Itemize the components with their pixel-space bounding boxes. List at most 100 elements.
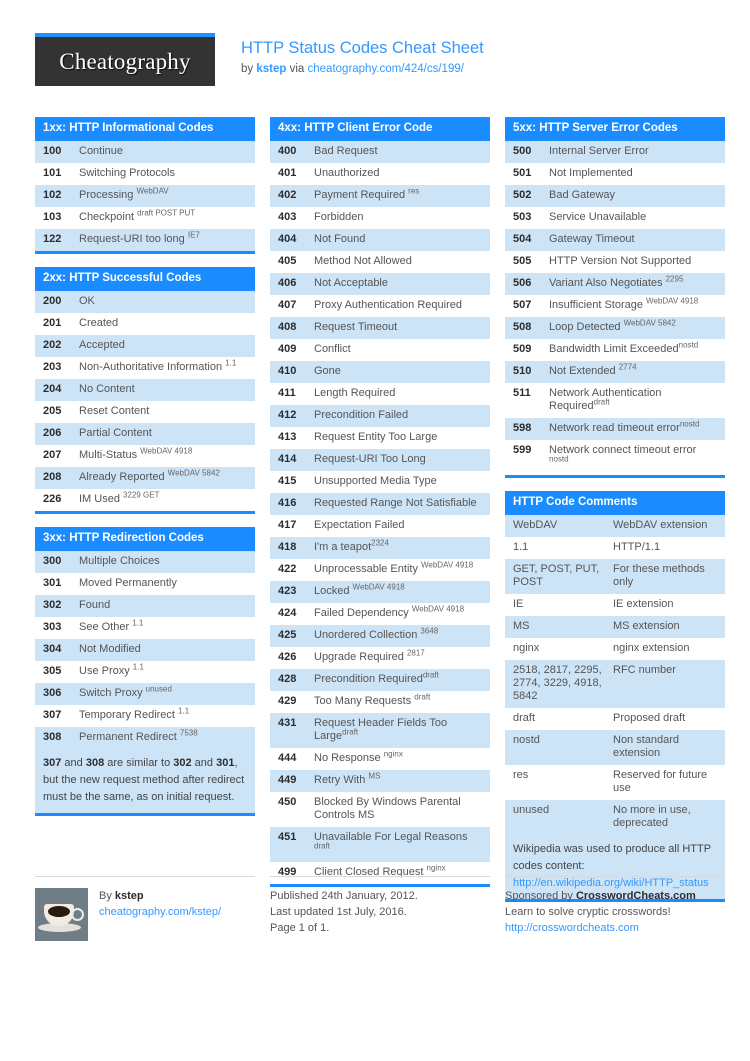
section-4xx-title: 4xx: HTTP Client Error Code — [270, 117, 490, 141]
status-annotation: draft — [342, 727, 359, 737]
status-description: Too Many Requests draft — [314, 692, 431, 707]
status-code: 408 — [278, 321, 297, 333]
table-row: 501 Not Implemented — [505, 163, 725, 185]
status-code: 428 — [278, 673, 297, 685]
published-date: Published 24th January, 2012. — [270, 890, 418, 902]
status-description: Service Unavailable — [549, 211, 647, 223]
status-description: Processing WebDAV — [79, 186, 169, 201]
comment-value: For these methods only — [613, 563, 705, 588]
status-description: Unprocessable Entity WebDAV 4918 — [314, 560, 474, 575]
status-description: Requested Range Not Satisfiable — [314, 497, 477, 509]
sponsor-tagline: Learn to solve cryptic crosswords! — [505, 906, 671, 918]
status-code: 101 — [43, 167, 62, 179]
comment-row: GET, POST, PUT, POST For these methods on… — [505, 559, 725, 594]
status-description: Precondition Requireddraft — [314, 670, 439, 685]
status-description: Bandwidth Limit Exceedednostd — [549, 340, 699, 355]
status-code: 308 — [43, 731, 62, 743]
status-annotation: nginx — [426, 863, 446, 873]
table-row: 205 Reset Content — [35, 401, 255, 423]
status-annotation: IE7 — [187, 230, 200, 240]
status-code: 449 — [278, 774, 297, 786]
cheat-sheet-page: Cheatography HTTP Status Codes Cheat She… — [0, 0, 750, 1061]
table-row: 415 Unsupported Media Type — [270, 471, 490, 493]
status-code: 416 — [278, 497, 297, 509]
table-row: 411 Length Required — [270, 383, 490, 405]
table-row: 206 Partial Content — [35, 423, 255, 445]
status-description: Switch Proxy unused — [79, 684, 172, 699]
table-row: 301 Moved Permanently — [35, 573, 255, 595]
status-description: Unordered Collection 3648 — [314, 626, 439, 641]
table-row: 503 Service Unavailable — [505, 207, 725, 229]
comment-key: 1.1 — [513, 541, 529, 553]
status-code: 511 — [513, 387, 531, 399]
table-row: 502 Bad Gateway — [505, 185, 725, 207]
status-description: Network Authentication Requireddraft — [549, 387, 662, 412]
status-code: 306 — [43, 687, 62, 699]
table-row: 307 Temporary Redirect 1.1 — [35, 705, 255, 727]
status-code: 400 — [278, 145, 297, 157]
status-annotation: 1.1 — [178, 706, 190, 716]
table-row: 204 No Content — [35, 379, 255, 401]
table-row: 406 Not Acceptable — [270, 273, 490, 295]
status-annotation: draft — [422, 670, 439, 680]
status-annotation: 2295 — [665, 274, 684, 284]
table-row: 428 Precondition Requireddraft — [270, 669, 490, 691]
status-code: 102 — [43, 189, 62, 201]
status-description: Locked WebDAV 4918 — [314, 582, 405, 597]
cheatography-logo[interactable]: Cheatography — [35, 33, 215, 86]
table-row: 122 Request-URI too long IE7 — [35, 229, 255, 251]
status-code: 100 — [43, 145, 62, 157]
comment-key: draft — [513, 712, 536, 724]
sponsor-url[interactable]: http://crosswordcheats.com — [505, 922, 639, 934]
sponsor-text-group: Sponsored by CrosswordCheats.com Learn t… — [505, 888, 696, 941]
status-code: 307 — [43, 709, 62, 721]
logo-text: Cheatography — [59, 48, 191, 74]
status-annotation: MS — [368, 771, 381, 781]
status-annotation: WebDAV 5842 — [167, 468, 220, 478]
status-description: HTTP Version Not Supported — [549, 255, 692, 267]
status-code: 206 — [43, 427, 62, 439]
status-description: Unavailable For Legal Reasons draft — [314, 831, 468, 851]
status-description: Insufficient Storage WebDAV 4918 — [549, 296, 699, 311]
comment-value: Reserved for future use — [613, 769, 708, 794]
status-description: Loop Detected WebDAV 5842 — [549, 318, 676, 333]
byline: by kstep via cheatography.com/424/cs/199… — [241, 62, 484, 76]
author-link[interactable]: kstep — [256, 63, 286, 75]
status-code: 450 — [278, 796, 297, 808]
status-code: 302 — [43, 599, 62, 611]
status-code: 503 — [513, 211, 532, 223]
table-row: 429 Too Many Requests draft — [270, 691, 490, 713]
status-description: Permanent Redirect 7538 — [79, 728, 198, 743]
comment-row: nginx nginx extension — [505, 638, 725, 660]
comment-row: 2518, 2817, 2295, 2774, 3229, 4918, 5842… — [505, 660, 725, 708]
comment-row: nostd Non standard extension — [505, 730, 725, 765]
status-description: Bad Gateway — [549, 189, 616, 201]
status-description: OK — [79, 295, 95, 307]
status-description: Continue — [79, 145, 124, 157]
table-row: 599 Network connect timeout error nostd — [505, 440, 725, 475]
section-3xx: 3xx: HTTP Redirection Codes 300 Multiple … — [35, 527, 255, 816]
comment-row: IE IE extension — [505, 594, 725, 616]
table-row: 100 Continue — [35, 141, 255, 163]
table-row: 416 Requested Range Not Satisfiable — [270, 493, 490, 515]
status-code: 506 — [513, 277, 532, 289]
status-annotation: 1.1 — [225, 358, 237, 368]
status-description: Payment Required res — [314, 186, 420, 201]
section-1xx: 1xx: HTTP Informational Codes 100 Continu… — [35, 117, 255, 254]
status-description: Method Not Allowed — [314, 255, 412, 267]
table-row: 408 Request Timeout — [270, 317, 490, 339]
status-description: Switching Protocols — [79, 167, 175, 179]
status-description: Gone — [314, 365, 341, 377]
status-description: Accepted — [79, 339, 125, 351]
avatar — [35, 888, 88, 941]
status-code: 205 — [43, 405, 62, 417]
status-annotation: 3648 — [420, 626, 439, 636]
status-code: 422 — [278, 563, 297, 575]
status-annotation: unused — [145, 684, 172, 694]
status-annotation: 1.1 — [132, 618, 144, 628]
footer-author-url[interactable]: cheatography.com/kstep/ — [99, 906, 221, 918]
source-url-link[interactable]: cheatography.com/424/cs/199/ — [308, 63, 464, 75]
status-description: IM Used 3229 GET — [79, 490, 160, 505]
status-code: 429 — [278, 695, 297, 707]
status-description: Internal Server Error — [549, 145, 649, 157]
